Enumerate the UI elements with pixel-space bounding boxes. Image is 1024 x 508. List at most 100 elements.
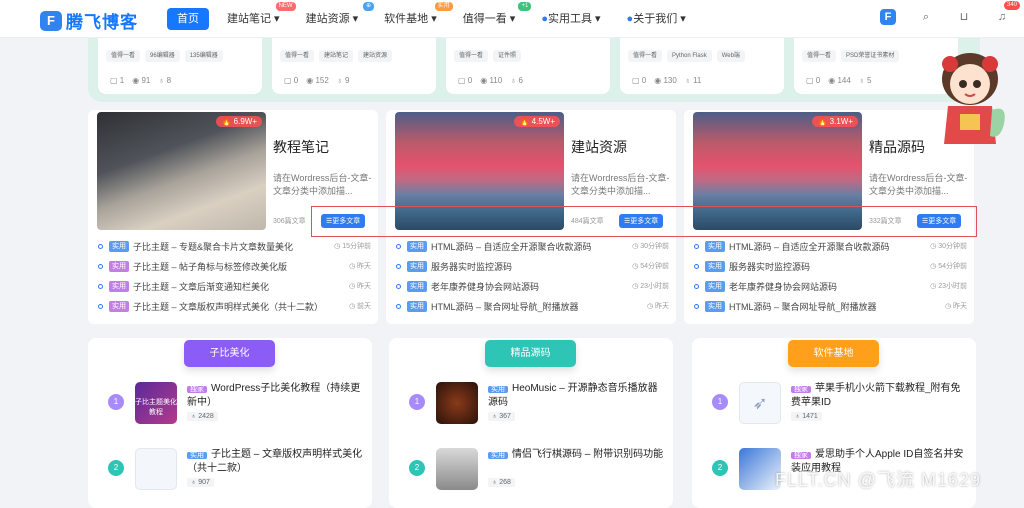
tag[interactable]: 值得一看 (802, 50, 837, 62)
list-item[interactable]: 实用 子比主题 – 帖子角标与标签修改美化版 ◷ 昨天 (98, 256, 371, 276)
ranking-item[interactable]: 1 子比主题美化教程 独家 WordPress子比美化教程（持续更新中） ♁ 24… (108, 380, 368, 426)
category-title[interactable]: 建站资源 (571, 137, 627, 157)
category-title[interactable]: 精品源码 (869, 137, 925, 157)
top-card[interactable]: 值得一看 Python Flask Web端 ▢ 0 ◉ 130 ♁ 11 (620, 32, 784, 94)
category-title[interactable]: 教程笔记 (273, 137, 329, 157)
post-thumbnail[interactable]: 子比主题美化教程 (135, 382, 177, 424)
ranking-title[interactable]: 精品源码 (485, 340, 576, 367)
top-card[interactable]: 值得一看 建站笔记 建站资源 ▢ 0 ◉ 152 ♁ 9 (272, 32, 436, 94)
new-badge: NEW (275, 2, 296, 11)
nav-item-resources[interactable]: 建站资源 ▾ ⊕ (298, 2, 375, 30)
tag[interactable]: Web端 (716, 50, 745, 62)
list-item[interactable]: 实用 HTML源码 – 聚合网址导航_附播放器 ◷ 昨天 (694, 296, 967, 316)
post-list: 实用 HTML源码 – 自适应全开源聚合收款源码 ◷ 30分钟前 实用 服务器实时监控… (396, 236, 669, 316)
post-thumbnail[interactable] (135, 448, 177, 490)
tag[interactable]: 建站笔记 (319, 50, 354, 62)
category-cover[interactable]: 🔥 6.9W+ (97, 112, 266, 230)
hot-badge: 🔥 6.9W+ (216, 116, 262, 127)
category-desc: 请在Wordress后台-文章-文章分类中添加描... (273, 173, 372, 196)
tag[interactable]: 建站资源 (358, 50, 393, 62)
ranking-card-source: 精品源码 1 实用 HeoMusic – 开源静态音乐播放器源码 ♁ 367 2 … (389, 338, 673, 508)
list-item[interactable]: 实用 子比主题 – 专题&聚合卡片文章数量美化 ◷ 15分钟前 (98, 236, 371, 256)
post-time: ◷ 昨天 (348, 263, 371, 270)
tag[interactable]: Python Flask (667, 50, 712, 62)
tag[interactable]: 值得一看 (454, 50, 489, 62)
ranking-title[interactable]: 软件基地 (788, 340, 879, 367)
search-icon[interactable]: ⌕ (918, 9, 934, 25)
nav-item-tools[interactable]: ●实用工具 ▾ (533, 8, 608, 30)
ranking-title[interactable]: 子比美化 (184, 340, 275, 367)
tag[interactable]: 证件照 (493, 50, 522, 62)
resource-badge: ⊕ (363, 2, 375, 11)
view-count: ◉ 144 (828, 76, 851, 85)
site-name: 腾飞博客 (66, 13, 138, 32)
rocket-icon[interactable]: ➶ (739, 382, 781, 424)
nav-item-worth[interactable]: 值得一看 ▾ +1 (455, 2, 532, 30)
list-item[interactable]: 实用 HTML源码 – 自适应全开源聚合收款源码 ◷ 30分钟前 (694, 236, 967, 256)
comment-count: ▢ 0 (632, 76, 647, 85)
list-item[interactable]: 实用 老年康养健身协会网站源码 ◷ 23小时前 (396, 276, 669, 296)
featured-strip: 值得一看 96编辑器 135编辑器 ▢ 1 ◉ 91 ♁ 8 值得一看 建站笔记 建站资源 … (88, 32, 980, 102)
view-count: ◉ 152 (306, 76, 329, 85)
ranking-item[interactable]: 1 实用 HeoMusic – 开源静态音乐播放器源码 ♁ 367 (409, 380, 669, 426)
ranking-item[interactable]: 2 实用 子比主题 – 文章版权声明样式美化（共十二款） ♁ 907 (108, 446, 368, 492)
view-count: ♁ 2428 (187, 412, 218, 421)
view-count: ♁ 268 (488, 478, 515, 487)
nav-item-notes[interactable]: 建站笔记 ▾ NEW (219, 2, 296, 30)
rank-number: 1 (409, 394, 425, 410)
list-item[interactable]: 实用 老年康养健身协会网站源码 ◷ 23小时前 (694, 276, 967, 296)
nav-item-home[interactable]: 首页 (167, 8, 209, 30)
ranking-item[interactable]: 2 实用 情侣飞行棋源码 – 附带识别码功能 ♁ 268 (409, 446, 669, 492)
post-thumbnail[interactable] (436, 382, 478, 424)
list-item[interactable]: 实用 HTML源码 – 聚合网址导航_附播放器 ◷ 昨天 (396, 296, 669, 316)
tools-icon: ● (541, 13, 548, 25)
ranking-item[interactable]: 1 ➶ 独家 苹果手机小火箭下载教程_附有免费苹果ID ♁ 1471 (712, 380, 972, 426)
category-desc: 请在Wordress后台-文章-文章分类中添加描... (869, 173, 968, 196)
view-count: ♁ 367 (488, 412, 515, 421)
tag[interactable]: 值得一看 (628, 50, 663, 62)
view-count: ◉ 130 (654, 76, 677, 85)
comment-count: ▢ 1 (110, 76, 125, 85)
notification-count: 340 (1003, 1, 1020, 10)
post-time: ◷ 30分钟前 (632, 243, 669, 250)
tag[interactable]: 96编辑器 (145, 50, 180, 62)
post-time: ◷ 30分钟前 (930, 243, 967, 250)
top-card[interactable]: 值得一看 96编辑器 135编辑器 ▢ 1 ◉ 91 ♁ 8 (98, 32, 262, 94)
list-item[interactable]: 实用 子比主题 – 文章后渐变通知栏美化 ◷ 昨天 (98, 276, 371, 296)
main-menu: 首页 建站笔记 ▾ NEW 建站资源 ▾ ⊕ 软件基地 ▾ 实用 值得一看 ▾ +1 ●… (167, 2, 704, 30)
post-thumbnail[interactable] (436, 448, 478, 490)
tag[interactable]: PSD荣誉证书素材 (841, 50, 900, 62)
rank-number: 2 (108, 460, 124, 476)
bell-icon[interactable]: ♫ 340 (994, 1, 1020, 25)
ranking-post-title[interactable]: 实用 子比主题 – 文章版权声明样式美化（共十二款） (187, 448, 363, 476)
list-item[interactable]: 实用 子比主题 – 文章版权声明样式美化（共十二款） ◷ 前天 (98, 296, 371, 316)
tag[interactable]: 值得一看 (280, 50, 315, 62)
list-item[interactable]: 实用 服务器实时监控源码 ◷ 54分钟前 (396, 256, 669, 276)
top-nav: F 腾飞博客 首页 建站笔记 ▾ NEW 建站资源 ▾ ⊕ 软件基地 ▾ 实用 值得一… (0, 0, 1024, 38)
nav-item-software[interactable]: 软件基地 ▾ 实用 (376, 2, 453, 30)
ranking-post-title[interactable]: 实用 HeoMusic – 开源静态音乐播放器源码 (488, 382, 664, 410)
comment-count: ▢ 0 (806, 76, 821, 85)
ranking-post-title[interactable]: 实用 情侣飞行棋源码 – 附带识别码功能 (488, 448, 664, 462)
nav-item-about[interactable]: ●关于我们 ▾ (619, 8, 694, 30)
like-count: ♁ 11 (684, 76, 702, 85)
tag[interactable]: 135编辑器 (184, 50, 223, 62)
ranking-post-title[interactable]: 独家 WordPress子比美化教程（持续更新中） (187, 382, 363, 410)
rank-number: 2 (712, 460, 728, 476)
site-logo[interactable]: F 腾飞博客 (40, 8, 138, 33)
view-count: ♁ 1471 (791, 412, 822, 421)
tag[interactable]: 值得一看 (106, 50, 141, 62)
post-time: ◷ 23小时前 (930, 283, 967, 290)
ranking-post-title[interactable]: 独家 苹果手机小火箭下载教程_附有免费苹果ID (791, 382, 967, 410)
nav-tools: F ⌕ ⊔ ♫ 340 (880, 1, 1020, 25)
top-card[interactable]: 值得一看 证件照 ▢ 0 ◉ 110 ♁ 6 (446, 32, 610, 94)
watermark: FLLT.CN @飞流 M1629 (775, 470, 981, 490)
mascot-illustration (942, 53, 1005, 144)
annotation-highlight-box (311, 206, 977, 237)
cart-icon[interactable]: ⊔ (956, 9, 972, 25)
list-item[interactable]: 实用 HTML源码 – 自适应全开源聚合收款源码 ◷ 30分钟前 (396, 236, 669, 256)
list-item[interactable]: 实用 服务器实时监控源码 ◷ 54分钟前 (694, 256, 967, 276)
post-time: ◷ 54分钟前 (930, 263, 967, 270)
app-icon[interactable]: F (880, 9, 896, 25)
article-count: 306篇文章 (273, 218, 306, 225)
